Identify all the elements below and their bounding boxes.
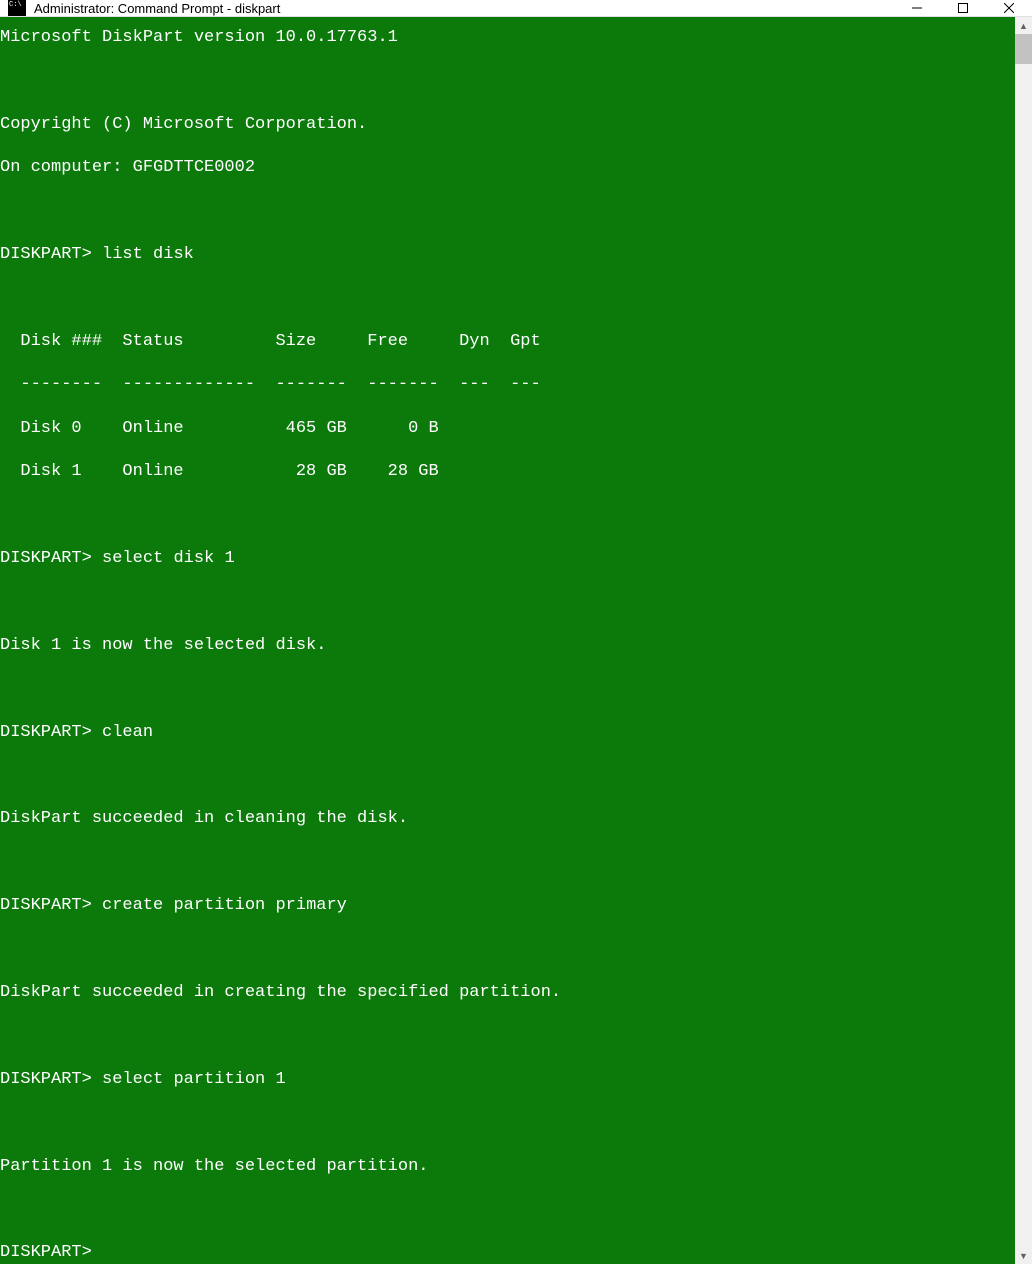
scroll-track[interactable] — [1015, 34, 1032, 1247]
minimize-button[interactable] — [894, 0, 940, 16]
prompt: DISKPART> — [0, 1070, 92, 1089]
blank-line — [0, 1199, 1015, 1221]
blank-line — [0, 678, 1015, 700]
response-line: DiskPart succeeded in cleaning the disk. — [0, 808, 1015, 830]
response-line: Disk 1 is now the selected disk. — [0, 635, 1015, 657]
blank-line — [0, 852, 1015, 874]
scroll-down-arrow-icon[interactable]: ▼ — [1015, 1247, 1032, 1264]
response-line: Partition 1 is now the selected partitio… — [0, 1156, 1015, 1178]
copyright-line: Copyright (C) Microsoft Corporation. — [0, 114, 1015, 136]
table-divider: -------- ------------- ------- ------- -… — [0, 374, 1015, 396]
command-line: DISKPART> list disk — [0, 244, 1015, 266]
table-row: Disk 0 Online 465 GB 0 B — [0, 418, 1015, 440]
command-line: DISKPART> select partition 1 — [0, 1069, 1015, 1091]
vertical-scrollbar[interactable]: ▲ ▼ — [1015, 17, 1032, 1264]
cmd-clean: clean — [102, 723, 153, 742]
blank-line — [0, 1025, 1015, 1047]
table-row: Disk 1 Online 28 GB 28 GB — [0, 461, 1015, 483]
version-line: Microsoft DiskPart version 10.0.17763.1 — [0, 27, 1015, 49]
cmd-list-disk: list disk — [102, 245, 194, 264]
scroll-thumb[interactable] — [1015, 34, 1032, 64]
blank-line — [0, 591, 1015, 613]
blank-line — [0, 939, 1015, 961]
scroll-up-arrow-icon[interactable]: ▲ — [1015, 17, 1032, 34]
prompt: DISKPART> — [0, 549, 92, 568]
response-line: DiskPart succeeded in creating the speci… — [0, 982, 1015, 1004]
computer-line: On computer: GFGDTTCE0002 — [0, 157, 1015, 179]
console-output[interactable]: Microsoft DiskPart version 10.0.17763.1 … — [0, 17, 1015, 1264]
maximize-button[interactable] — [940, 0, 986, 16]
blank-line — [0, 287, 1015, 309]
command-line: DISKPART> — [0, 1242, 1015, 1264]
cmd-select-partition: select partition 1 — [102, 1070, 286, 1089]
window-title: Administrator: Command Prompt - diskpart — [34, 1, 894, 16]
table-header: Disk ### Status Size Free Dyn Gpt — [0, 331, 1015, 353]
command-line: DISKPART> select disk 1 — [0, 548, 1015, 570]
blank-line — [0, 504, 1015, 526]
cmd-icon — [8, 0, 26, 16]
blank-line — [0, 765, 1015, 787]
prompt: DISKPART> — [0, 896, 92, 915]
cmd-create-partition: create partition primary — [102, 896, 347, 915]
prompt: DISKPART> — [0, 245, 92, 264]
blank-line — [0, 1112, 1015, 1134]
cmd-select-disk: select disk 1 — [102, 549, 235, 568]
titlebar: Administrator: Command Prompt - diskpart — [0, 0, 1032, 17]
console-area: Microsoft DiskPart version 10.0.17763.1 … — [0, 17, 1032, 1264]
close-button[interactable] — [986, 0, 1032, 16]
blank-line — [0, 70, 1015, 92]
prompt: DISKPART> — [0, 723, 92, 742]
window-controls — [894, 0, 1032, 16]
blank-line — [0, 201, 1015, 223]
prompt: DISKPART> — [0, 1243, 92, 1262]
command-line: DISKPART> clean — [0, 722, 1015, 744]
command-line: DISKPART> create partition primary — [0, 895, 1015, 917]
